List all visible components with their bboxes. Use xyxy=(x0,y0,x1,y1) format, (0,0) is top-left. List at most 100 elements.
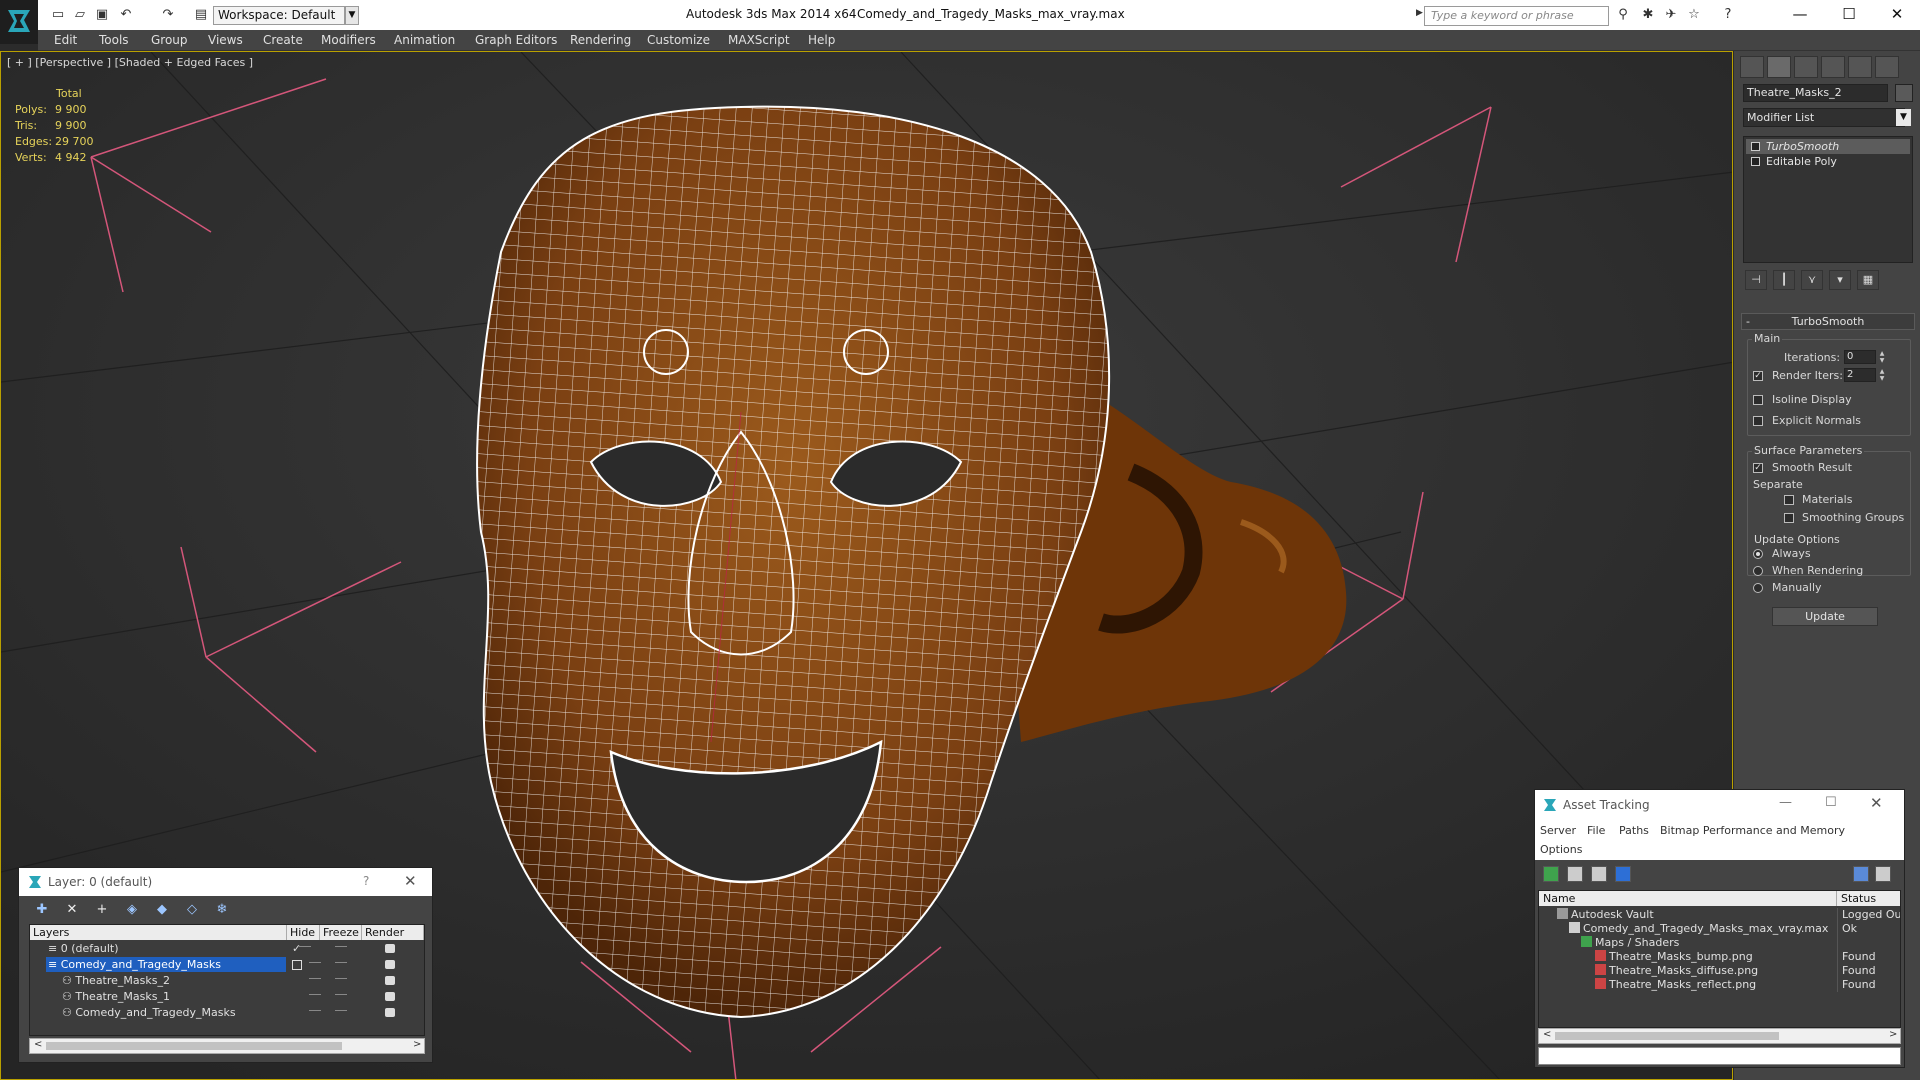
settings-icon[interactable] xyxy=(1875,866,1891,882)
render-teapot-icon[interactable] xyxy=(385,944,395,953)
hide-toggle[interactable] xyxy=(309,978,321,981)
layer-row[interactable]: ⚇ Comedy_and_Tragedy_Masks xyxy=(30,1005,424,1021)
turbosmooth-rollout-header[interactable]: - TurboSmooth xyxy=(1741,313,1915,330)
menu-customize[interactable]: Customize xyxy=(647,33,710,47)
expand-icon[interactable] xyxy=(1751,157,1760,166)
make-unique-icon[interactable]: ⋎ xyxy=(1801,270,1823,290)
remove-modifier-icon[interactable]: ▾ xyxy=(1829,270,1851,290)
freeze-toggle[interactable] xyxy=(335,946,347,949)
app-logo-icon[interactable] xyxy=(0,0,38,44)
help-icon[interactable]: ? xyxy=(1720,7,1736,23)
asset-row[interactable]: Autodesk Vault Logged Ou xyxy=(1539,908,1900,922)
menu-tools[interactable]: Tools xyxy=(99,33,129,47)
menu-graph-editors[interactable]: Graph Editors xyxy=(475,33,557,47)
freeze-toggle[interactable] xyxy=(335,994,347,997)
workspace-dropdown[interactable]: Workspace: Default xyxy=(213,6,345,25)
maximize-icon[interactable]: ☐ xyxy=(1825,795,1837,810)
render-teapot-icon[interactable] xyxy=(385,976,395,985)
scroll-left-icon[interactable]: < xyxy=(34,1039,42,1050)
favorites-star-icon[interactable]: ☆ xyxy=(1686,7,1702,23)
delete-layer-icon[interactable]: ✕ xyxy=(63,902,81,918)
viewport-label[interactable]: [ + ] [Perspective ] [Shaded + Edged Fac… xyxy=(7,56,253,69)
column-header-freeze[interactable]: Freeze xyxy=(320,925,362,940)
modify-tab-icon[interactable] xyxy=(1767,56,1791,78)
layer-row[interactable]: ⚇ Theatre_Masks_1 xyxy=(30,989,424,1005)
subscription-icon[interactable]: ✱ xyxy=(1640,7,1656,23)
render-teapot-icon[interactable] xyxy=(385,992,395,1001)
create-tab-icon[interactable] xyxy=(1740,56,1764,78)
close-icon[interactable]: ✕ xyxy=(1870,794,1883,812)
scroll-right-icon[interactable]: > xyxy=(1889,1029,1897,1040)
column-header-name[interactable]: Name xyxy=(1539,891,1837,906)
stack-item-turbosmooth[interactable]: TurboSmooth xyxy=(1746,139,1910,154)
maximize-button[interactable]: ☐ xyxy=(1826,0,1872,30)
hide-toggle[interactable] xyxy=(309,962,321,965)
utilities-tab-icon[interactable] xyxy=(1875,56,1899,78)
menu-options[interactable]: Options xyxy=(1540,843,1582,856)
save-file-icon[interactable]: ▣ xyxy=(94,7,110,23)
spinner-arrows-icon[interactable]: ▲ ▼ xyxy=(1878,368,1886,382)
search-input[interactable]: Type a keyword or phrase xyxy=(1424,6,1609,26)
undo-icon[interactable]: ↶ xyxy=(118,7,134,23)
menu-server[interactable]: Server xyxy=(1540,824,1576,837)
display-tab-icon[interactable] xyxy=(1848,56,1872,78)
render-teapot-icon[interactable] xyxy=(385,1008,395,1017)
asset-row[interactable]: Maps / Shaders xyxy=(1539,936,1900,950)
lightbulb-icon[interactable] xyxy=(1751,142,1760,151)
scrollbar-thumb[interactable] xyxy=(1555,1032,1779,1040)
column-header-layers[interactable]: Layers xyxy=(30,925,287,940)
motion-tab-icon[interactable] xyxy=(1821,56,1845,78)
column-header-render[interactable]: Render xyxy=(362,925,424,940)
menu-group[interactable]: Group xyxy=(151,33,188,47)
spinner-arrows-icon[interactable]: ▲ ▼ xyxy=(1878,350,1886,364)
minimize-icon[interactable]: — xyxy=(1779,795,1792,810)
add-selected-icon[interactable]: + xyxy=(93,902,111,918)
active-layer-check-icon[interactable]: ✓ xyxy=(292,941,301,957)
asset-window-titlebar[interactable]: Asset Tracking — ☐ ✕ xyxy=(1535,790,1904,820)
hide-all-icon[interactable]: ◇ xyxy=(183,902,201,918)
manually-radio[interactable] xyxy=(1753,583,1763,593)
asset-horizontal-scrollbar[interactable]: < > xyxy=(1538,1028,1901,1044)
menu-paths[interactable]: Paths xyxy=(1619,824,1649,837)
configure-sets-icon[interactable]: ▦ xyxy=(1857,270,1879,290)
render-iters-checkbox[interactable]: ✓ xyxy=(1753,371,1763,381)
show-end-result-icon[interactable]: ┃ xyxy=(1773,270,1795,290)
pin-stack-icon[interactable]: ⊣ xyxy=(1745,270,1767,290)
object-name-field[interactable]: Theatre_Masks_2 xyxy=(1743,84,1888,102)
menu-create[interactable]: Create xyxy=(263,33,303,47)
hide-toggle[interactable] xyxy=(299,946,311,949)
hide-toggle[interactable] xyxy=(309,994,321,997)
column-header-hide[interactable]: Hide xyxy=(287,925,320,940)
stack-item-editable-poly[interactable]: Editable Poly xyxy=(1746,154,1910,169)
list-view-icon[interactable] xyxy=(1567,866,1583,882)
search-expand-icon[interactable]: ▶ xyxy=(1416,8,1424,24)
column-header-status[interactable]: Status xyxy=(1837,891,1900,906)
layer-row[interactable]: ≡ Comedy_and_Tragedy_Masks xyxy=(30,957,424,973)
collapse-icon[interactable]: - xyxy=(1746,314,1750,329)
explicit-normals-checkbox[interactable] xyxy=(1753,416,1763,426)
scroll-left-icon[interactable]: < xyxy=(1543,1029,1551,1040)
menu-rendering[interactable]: Rendering xyxy=(570,33,631,47)
scroll-right-icon[interactable]: > xyxy=(413,1039,421,1050)
redo-icon[interactable]: ↷ xyxy=(160,7,176,23)
close-icon[interactable]: ✕ xyxy=(404,872,417,890)
menu-views[interactable]: Views xyxy=(208,33,243,47)
project-folder-icon[interactable]: ▤ xyxy=(193,7,209,23)
binoculars-icon[interactable]: ⚲ xyxy=(1615,7,1631,23)
help-icon[interactable] xyxy=(1853,866,1869,882)
iterations-spinner[interactable]: 0 xyxy=(1844,350,1876,364)
layer-row[interactable]: ≡ 0 (default) ✓ xyxy=(30,941,424,957)
chevron-down-icon[interactable]: ▼ xyxy=(1896,109,1911,126)
hierarchy-tab-icon[interactable] xyxy=(1794,56,1818,78)
chevron-down-icon[interactable]: ▼ xyxy=(345,6,359,25)
freeze-toggle[interactable] xyxy=(335,1010,347,1013)
menu-maxscript[interactable]: MAXScript xyxy=(728,33,790,47)
freeze-toggle[interactable] xyxy=(335,962,347,965)
render-teapot-icon[interactable] xyxy=(385,960,395,969)
details-view-icon[interactable] xyxy=(1591,866,1607,882)
table-view-icon[interactable] xyxy=(1615,866,1631,882)
open-file-icon[interactable]: ▱ xyxy=(72,7,88,23)
new-file-icon[interactable]: ▭ xyxy=(50,7,66,23)
select-objects-icon[interactable]: ◈ xyxy=(123,902,141,918)
menu-edit[interactable]: Edit xyxy=(54,33,77,47)
